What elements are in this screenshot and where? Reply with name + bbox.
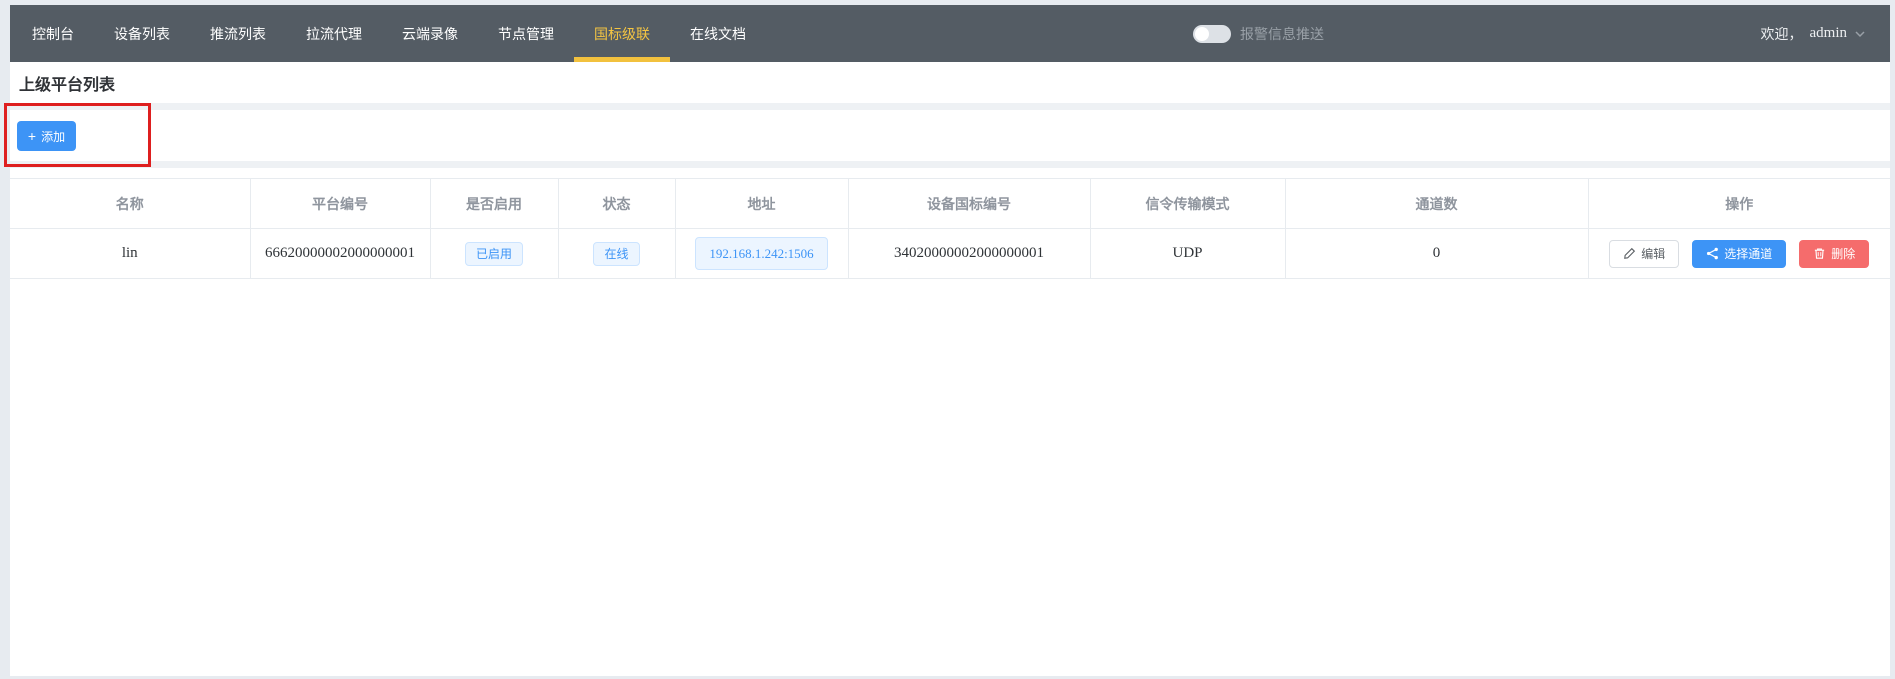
page-header: 上级平台列表 [10,62,1890,103]
share-icon [1706,247,1719,260]
col-header-name: 名称 [10,179,250,229]
edit-pencil-icon [1623,247,1636,260]
col-header-gb-id: 设备国标编号 [848,179,1090,229]
col-header-signal-mode: 信令传输模式 [1090,179,1285,229]
toggle-knob [1195,27,1209,41]
cell-address: 192.168.1.242:1506 [675,229,848,279]
table-row: lin 66620000002000000001 已启用 在线 192.168.… [10,229,1890,279]
user-menu[interactable]: 欢迎， admin [1761,5,1867,62]
cell-status: 在线 [558,229,675,279]
platform-table-section: 名称 平台编号 是否启用 状态 地址 设备国标编号 信令传输模式 通道数 操作 … [10,168,1890,676]
cell-actions: 编辑 选择通道 [1588,229,1890,279]
row-actions: 编辑 选择通道 [1593,240,1887,268]
section-divider [10,161,1890,168]
col-header-status: 状态 [558,179,675,229]
cell-name: lin [10,229,250,279]
tab-gb-cascade[interactable]: 国标级联 [574,5,670,62]
select-channel-button-label: 选择通道 [1724,248,1772,260]
alarm-push-toggle[interactable] [1193,25,1231,43]
select-channel-button[interactable]: 选择通道 [1692,240,1786,268]
cell-enabled: 已启用 [430,229,558,279]
top-navbar: 控制台 设备列表 推流列表 拉流代理 云端录像 节点管理 国标级联 在线文档 报… [10,5,1890,62]
tab-cloud-record[interactable]: 云端录像 [382,5,478,62]
platform-table: 名称 平台编号 是否启用 状态 地址 设备国标编号 信令传输模式 通道数 操作 … [10,178,1890,279]
col-header-platform-id: 平台编号 [250,179,430,229]
edit-button[interactable]: 编辑 [1609,240,1679,268]
tab-online-docs[interactable]: 在线文档 [670,5,766,62]
delete-button[interactable]: 删除 [1799,240,1869,268]
app-window: 控制台 设备列表 推流列表 拉流代理 云端录像 节点管理 国标级联 在线文档 报… [10,5,1890,676]
status-badge: 在线 [593,242,639,266]
tab-gb-cascade-label: 国标级联 [594,24,650,44]
cell-gb-id: 34020000002000000001 [848,229,1090,279]
tab-console[interactable]: 控制台 [12,5,94,62]
toolbar: + 添加 [10,110,1890,161]
address-badge: 192.168.1.242:1506 [695,237,827,270]
chevron-down-icon [1854,28,1866,40]
col-header-address: 地址 [675,179,848,229]
cell-signal-mode: UDP [1090,229,1285,279]
tab-pull-proxy[interactable]: 拉流代理 [286,5,382,62]
add-button-label: 添加 [41,128,65,145]
section-divider [10,103,1890,110]
add-button[interactable]: + 添加 [17,121,76,151]
col-header-channel-count: 通道数 [1285,179,1588,229]
alarm-push-toggle-group: 报警信息推送 [1193,5,1324,62]
delete-button-label: 删除 [1831,248,1855,260]
col-header-actions: 操作 [1588,179,1890,229]
trash-icon [1813,247,1826,260]
tab-device-list[interactable]: 设备列表 [94,5,190,62]
cell-channel-count: 0 [1285,229,1588,279]
cell-platform-id: 66620000002000000001 [250,229,430,279]
table-header-row: 名称 平台编号 是否启用 状态 地址 设备国标编号 信令传输模式 通道数 操作 [10,179,1890,229]
username: admin [1810,25,1848,42]
tab-node-manage[interactable]: 节点管理 [478,5,574,62]
alarm-push-toggle-label: 报警信息推送 [1240,24,1324,44]
enabled-badge: 已启用 [465,242,523,266]
edit-button-label: 编辑 [1641,248,1665,260]
page-title: 上级平台列表 [19,71,115,95]
tab-push-list[interactable]: 推流列表 [190,5,286,62]
active-tab-underline [574,57,670,62]
welcome-text: 欢迎， [1761,24,1803,44]
col-header-enabled: 是否启用 [430,179,558,229]
plus-icon: + [28,129,36,143]
